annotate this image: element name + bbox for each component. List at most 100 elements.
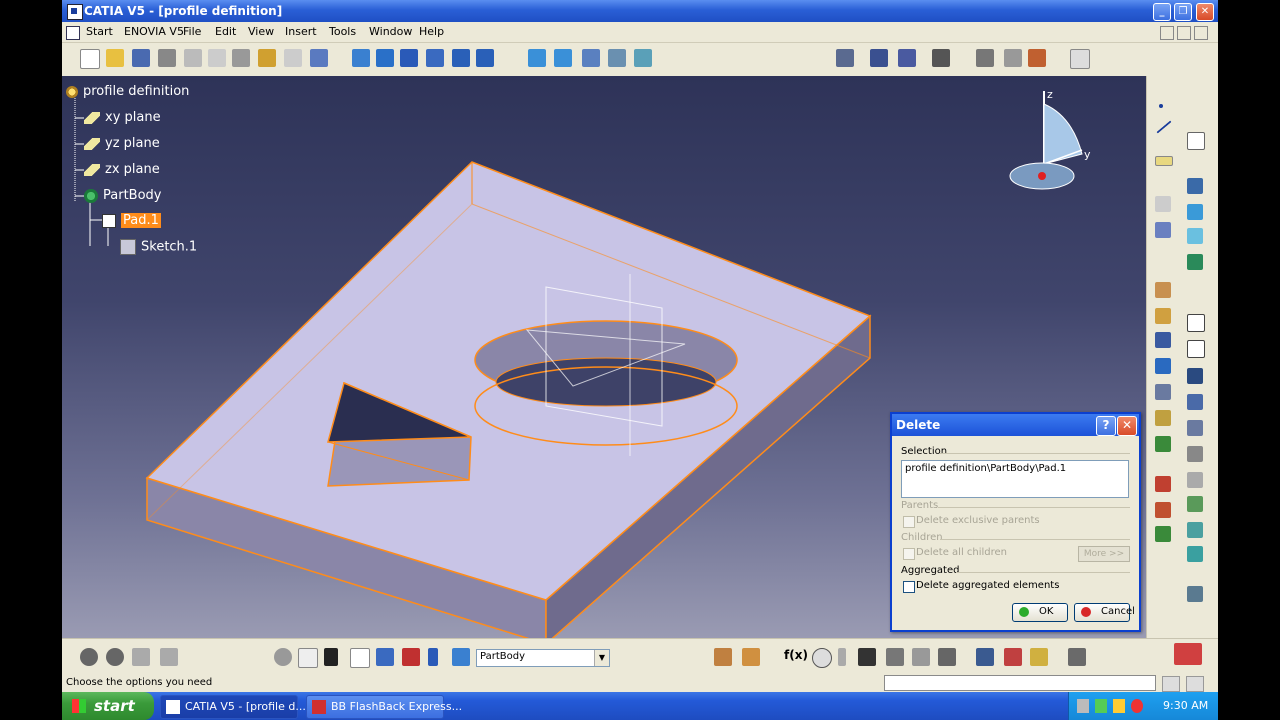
shell-icon[interactable]	[1155, 308, 1171, 324]
tray-icon[interactable]	[1077, 699, 1089, 713]
compass[interactable]	[1009, 91, 1083, 190]
cancel-button[interactable]: Cancel	[1074, 603, 1135, 622]
menu-file[interactable]: File	[183, 25, 201, 38]
table-icon[interactable]	[858, 648, 876, 666]
stop-icon[interactable]	[1162, 676, 1180, 692]
close-button[interactable]: ✕	[1196, 3, 1214, 21]
menu-window[interactable]: Window	[369, 25, 412, 38]
thread-icon[interactable]	[1155, 358, 1171, 374]
whats-this-icon[interactable]	[310, 49, 328, 67]
hide-show-icon[interactable]	[608, 49, 626, 67]
measure-icon[interactable]	[836, 49, 854, 67]
document-icon[interactable]	[66, 26, 80, 40]
groove-icon[interactable]	[1187, 254, 1203, 270]
menu-start[interactable]: Start	[86, 25, 113, 38]
comment-icon[interactable]	[812, 648, 832, 668]
abc-icon[interactable]	[976, 49, 994, 67]
menu-tools[interactable]: Tools	[329, 25, 356, 38]
tray-icon[interactable]	[1131, 699, 1143, 713]
normal-view-icon[interactable]	[528, 49, 546, 67]
body-icon[interactable]	[452, 648, 470, 666]
stiffener-icon[interactable]	[1187, 394, 1203, 410]
scale-icon[interactable]	[1155, 436, 1171, 452]
menu-edit[interactable]: Edit	[215, 25, 236, 38]
delete-parents-checkbox[interactable]	[903, 516, 915, 528]
hole-icon[interactable]	[1187, 314, 1205, 332]
catalog-icon[interactable]	[160, 648, 178, 666]
list-icon[interactable]	[428, 648, 438, 666]
pattern-icon[interactable]	[1155, 410, 1171, 426]
shaft-icon[interactable]	[1187, 228, 1203, 244]
undo-icon[interactable]	[258, 49, 276, 67]
link-icon[interactable]	[886, 648, 904, 666]
close-surface-icon[interactable]	[1187, 522, 1203, 538]
apply-material-icon[interactable]	[1028, 49, 1046, 67]
zoom-in-icon[interactable]	[452, 49, 470, 67]
selection-field[interactable]: profile definition\PartBody\Pad.1	[901, 460, 1129, 498]
boolean-icon[interactable]	[1155, 222, 1171, 238]
grid-icon[interactable]	[898, 49, 916, 67]
mdi-minimize-button[interactable]	[1160, 26, 1174, 40]
tray-icon[interactable]	[1095, 699, 1107, 713]
menu-help[interactable]: Help	[419, 25, 444, 38]
print-icon[interactable]	[158, 49, 176, 67]
start-button[interactable]: start	[62, 692, 154, 720]
number-format-icon[interactable]	[350, 648, 370, 668]
ok-button[interactable]: OK	[1012, 603, 1068, 622]
tree-root[interactable]: profile definition	[66, 84, 189, 99]
mdi-close-button[interactable]	[1194, 26, 1208, 40]
mdi-restore-button[interactable]	[1177, 26, 1191, 40]
manual-update-icon[interactable]	[106, 648, 124, 666]
analysis-icon[interactable]	[976, 648, 994, 666]
constraint-icon[interactable]	[870, 49, 888, 67]
update-icon[interactable]	[80, 648, 98, 666]
draft-icon[interactable]	[1155, 282, 1171, 298]
menu-view[interactable]: View	[248, 25, 274, 38]
mirror-icon[interactable]	[1155, 384, 1171, 400]
command-input[interactable]	[884, 675, 1156, 691]
cut-icon[interactable]	[184, 49, 202, 67]
quick-view-icon[interactable]	[554, 49, 572, 67]
help-button[interactable]: ?	[1096, 416, 1116, 436]
point-icon[interactable]	[1159, 104, 1163, 108]
tree-item-zx-plane[interactable]: zx plane	[84, 162, 160, 177]
redo-icon[interactable]	[284, 49, 302, 67]
tree-item-pad[interactable]: Pad.1	[102, 213, 161, 228]
pocket-icon[interactable]	[1187, 204, 1203, 220]
sectioning-icon[interactable]	[1068, 648, 1086, 666]
translate-icon[interactable]	[1155, 476, 1171, 492]
redo-command-icon[interactable]	[1186, 676, 1204, 692]
paste-icon[interactable]	[232, 49, 250, 67]
repetition-icon[interactable]	[1155, 196, 1171, 212]
pad-tool-icon[interactable]	[1187, 178, 1203, 194]
check-icon[interactable]	[912, 648, 930, 666]
rib-icon[interactable]	[1187, 340, 1205, 358]
task-flashback[interactable]: BB FlashBack Express...	[306, 695, 462, 719]
pan-icon[interactable]	[400, 49, 418, 67]
new-icon[interactable]	[80, 49, 100, 69]
dimension-icon[interactable]	[376, 648, 394, 666]
fit-all-icon[interactable]	[376, 49, 394, 67]
axis-icon[interactable]	[324, 648, 338, 666]
chevron-down-icon[interactable]: ▼	[594, 650, 609, 666]
clash-icon[interactable]	[1004, 648, 1022, 666]
copy-icon[interactable]	[208, 49, 226, 67]
hand-icon[interactable]	[298, 648, 318, 668]
select-arrow-icon[interactable]	[1070, 49, 1090, 69]
tree-item-sketch[interactable]: Sketch.1	[120, 239, 197, 255]
tree-item-xy-plane[interactable]: xy plane	[84, 110, 161, 125]
rotate-icon[interactable]	[426, 49, 444, 67]
multi-pad-icon[interactable]	[1187, 420, 1203, 436]
snap-icon[interactable]	[932, 49, 950, 67]
restore-button[interactable]: ❐	[1174, 3, 1192, 21]
edge-fillet-icon[interactable]	[1187, 446, 1203, 462]
zoom-out-icon[interactable]	[476, 49, 494, 67]
annotation-icon[interactable]	[1004, 49, 1022, 67]
law-icon[interactable]	[938, 648, 956, 666]
split-icon[interactable]	[1187, 496, 1203, 512]
swap-space-icon[interactable]	[634, 49, 652, 67]
formula-icon[interactable]: f(x)	[784, 648, 808, 666]
knowledge-icon[interactable]	[132, 648, 150, 666]
save-icon[interactable]	[132, 49, 150, 67]
chamfer-icon[interactable]	[1187, 472, 1203, 488]
